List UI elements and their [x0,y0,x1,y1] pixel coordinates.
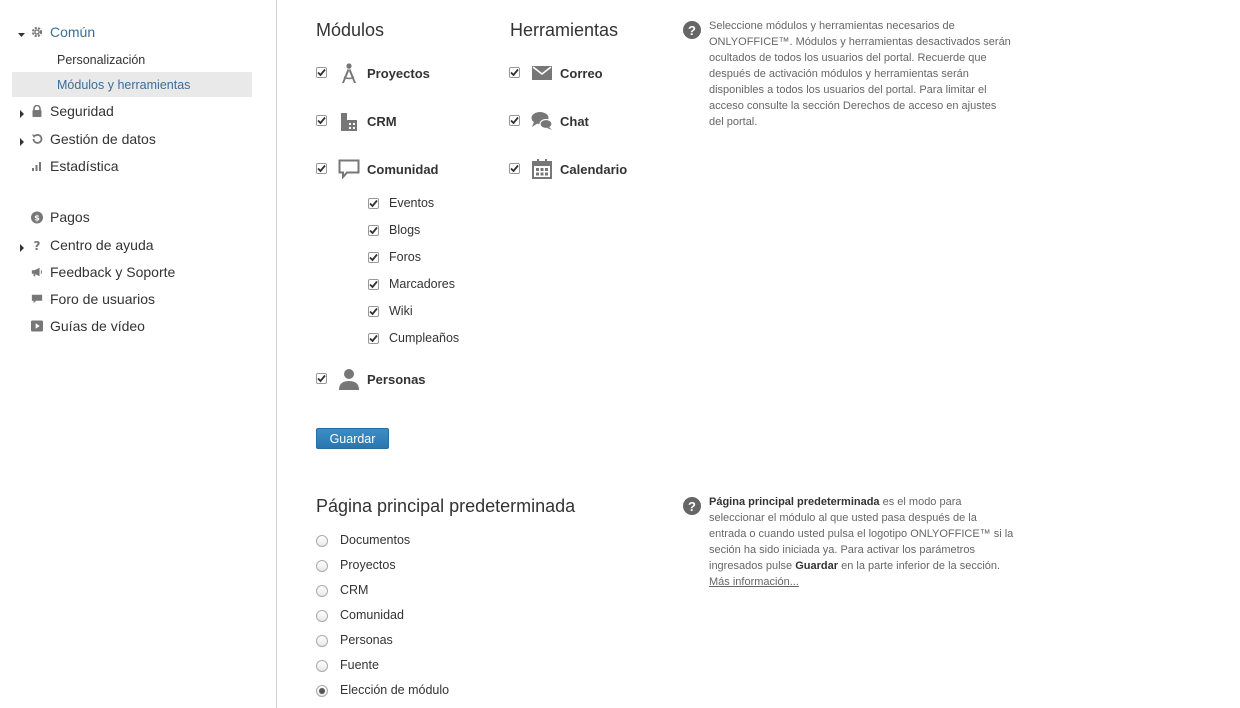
nav-help-center-label: Centro de ayuda [50,237,154,253]
nav-common-label: Común [50,24,96,40]
collapsed-arrow-icon [18,106,26,118]
nav-user-forum-label: Foro de usuarios [50,291,156,307]
submodule-birthdays: Cumpleaños [389,331,460,345]
chat-bubbles-icon [531,110,553,132]
radio-feed[interactable] [316,660,328,672]
nav-video-guides-label: Guías de vídeo [50,318,145,334]
tool-chat-label: Chat [560,113,589,129]
submodule-forums: Foros [389,250,421,264]
more-info-link[interactable]: Más información... [709,576,799,588]
svg-text:$: $ [34,212,40,222]
expanded-arrow-icon [18,27,26,37]
sidebar: Común Personalización Módulos y herramie… [0,0,277,708]
mail-checkbox[interactable] [509,67,520,78]
video-play-icon [31,320,43,332]
modules-help-text: Seleccione módulos y herramientas necesa… [709,20,1011,128]
module-crm-label: CRM [367,113,397,129]
help-text-part: en la parte inferior de la sección. [838,560,1001,572]
blogs-checkbox[interactable] [368,225,379,236]
tools-title: Herramientas [510,20,619,40]
radio-people[interactable] [316,635,328,647]
nav-data-management-label: Gestión de datos [50,131,156,147]
module-projects-label: Proyectos [367,65,430,81]
tool-calendar-label: Calendario [560,161,628,177]
restore-icon [31,133,43,145]
person-icon [338,368,360,390]
speech-bubble-icon [31,293,43,305]
submodule-blogs: Blogs [389,223,421,237]
collapsed-arrow-icon [18,240,26,252]
forums-checkbox[interactable] [368,252,379,263]
events-checkbox[interactable] [368,198,379,209]
gear-icon [31,26,43,38]
lock-icon [31,105,43,117]
default-page-help-text: Página principal predeterminada es el mo… [709,494,1014,590]
help-bold-save: Guardar [795,560,839,572]
collapsed-arrow-icon [18,134,26,146]
default-page-title: Página principal predeterminada [316,496,576,516]
building-icon [338,110,360,132]
community-checkbox[interactable] [316,163,327,174]
sidebar-item-label: Módulos y herramientas [57,77,191,92]
radio-label: Comunidad [340,608,404,622]
crm-checkbox[interactable] [316,115,327,126]
module-people-label: Personas [367,371,426,387]
comment-icon [338,158,360,180]
radio-label: Proyectos [340,558,396,572]
projects-checkbox[interactable] [316,67,327,78]
help-bold-term: Página principal predeterminada [709,496,880,508]
nav-feedback-label: Feedback y Soporte [50,264,176,280]
radio-label: Elección de módulo [340,683,450,697]
sidebar-item-personalization[interactable]: Personalización [12,47,252,72]
envelope-icon [531,62,553,84]
radio-label: Fuente [340,658,379,672]
radio-label: Personas [340,633,393,647]
question-icon: ? [31,239,43,251]
radio-label: CRM [340,583,369,597]
calendar-icon [531,158,553,180]
people-checkbox[interactable] [316,373,327,384]
dollar-icon: $ [31,211,43,223]
save-button[interactable]: Guardar [316,428,389,449]
chat-checkbox[interactable] [509,115,520,126]
radio-module-choice[interactable] [316,685,328,697]
radio-documents[interactable] [316,535,328,547]
compass-icon [338,62,360,84]
birthdays-checkbox[interactable] [368,333,379,344]
submodule-bookmarks: Marcadores [389,277,455,291]
submodule-events: Eventos [389,196,435,210]
help-question-icon: ? [683,21,701,39]
radio-label: Documentos [340,533,411,547]
modules-title: Módulos [316,20,385,40]
nav-security-label: Seguridad [50,103,114,119]
bookmarks-checkbox[interactable] [368,279,379,290]
megaphone-icon [31,266,43,278]
nav-payments-label: Pagos [50,209,90,225]
radio-projects[interactable] [316,560,328,572]
radio-selected-dot [319,688,325,694]
module-community-label: Comunidad [367,161,439,177]
nav-statistics-label: Estadística [50,158,119,174]
bar-chart-icon [31,160,43,172]
help-question-icon: ? [683,497,701,515]
calendar-checkbox[interactable] [509,163,520,174]
tool-mail-label: Correo [560,65,603,81]
wiki-checkbox[interactable] [368,306,379,317]
svg-text:?: ? [34,239,41,251]
radio-crm[interactable] [316,585,328,597]
radio-community[interactable] [316,610,328,622]
submodule-wiki: Wiki [389,304,413,318]
sidebar-item-label: Personalización [57,52,146,67]
sidebar-item-modules-tools[interactable]: Módulos y herramientas [12,72,252,97]
